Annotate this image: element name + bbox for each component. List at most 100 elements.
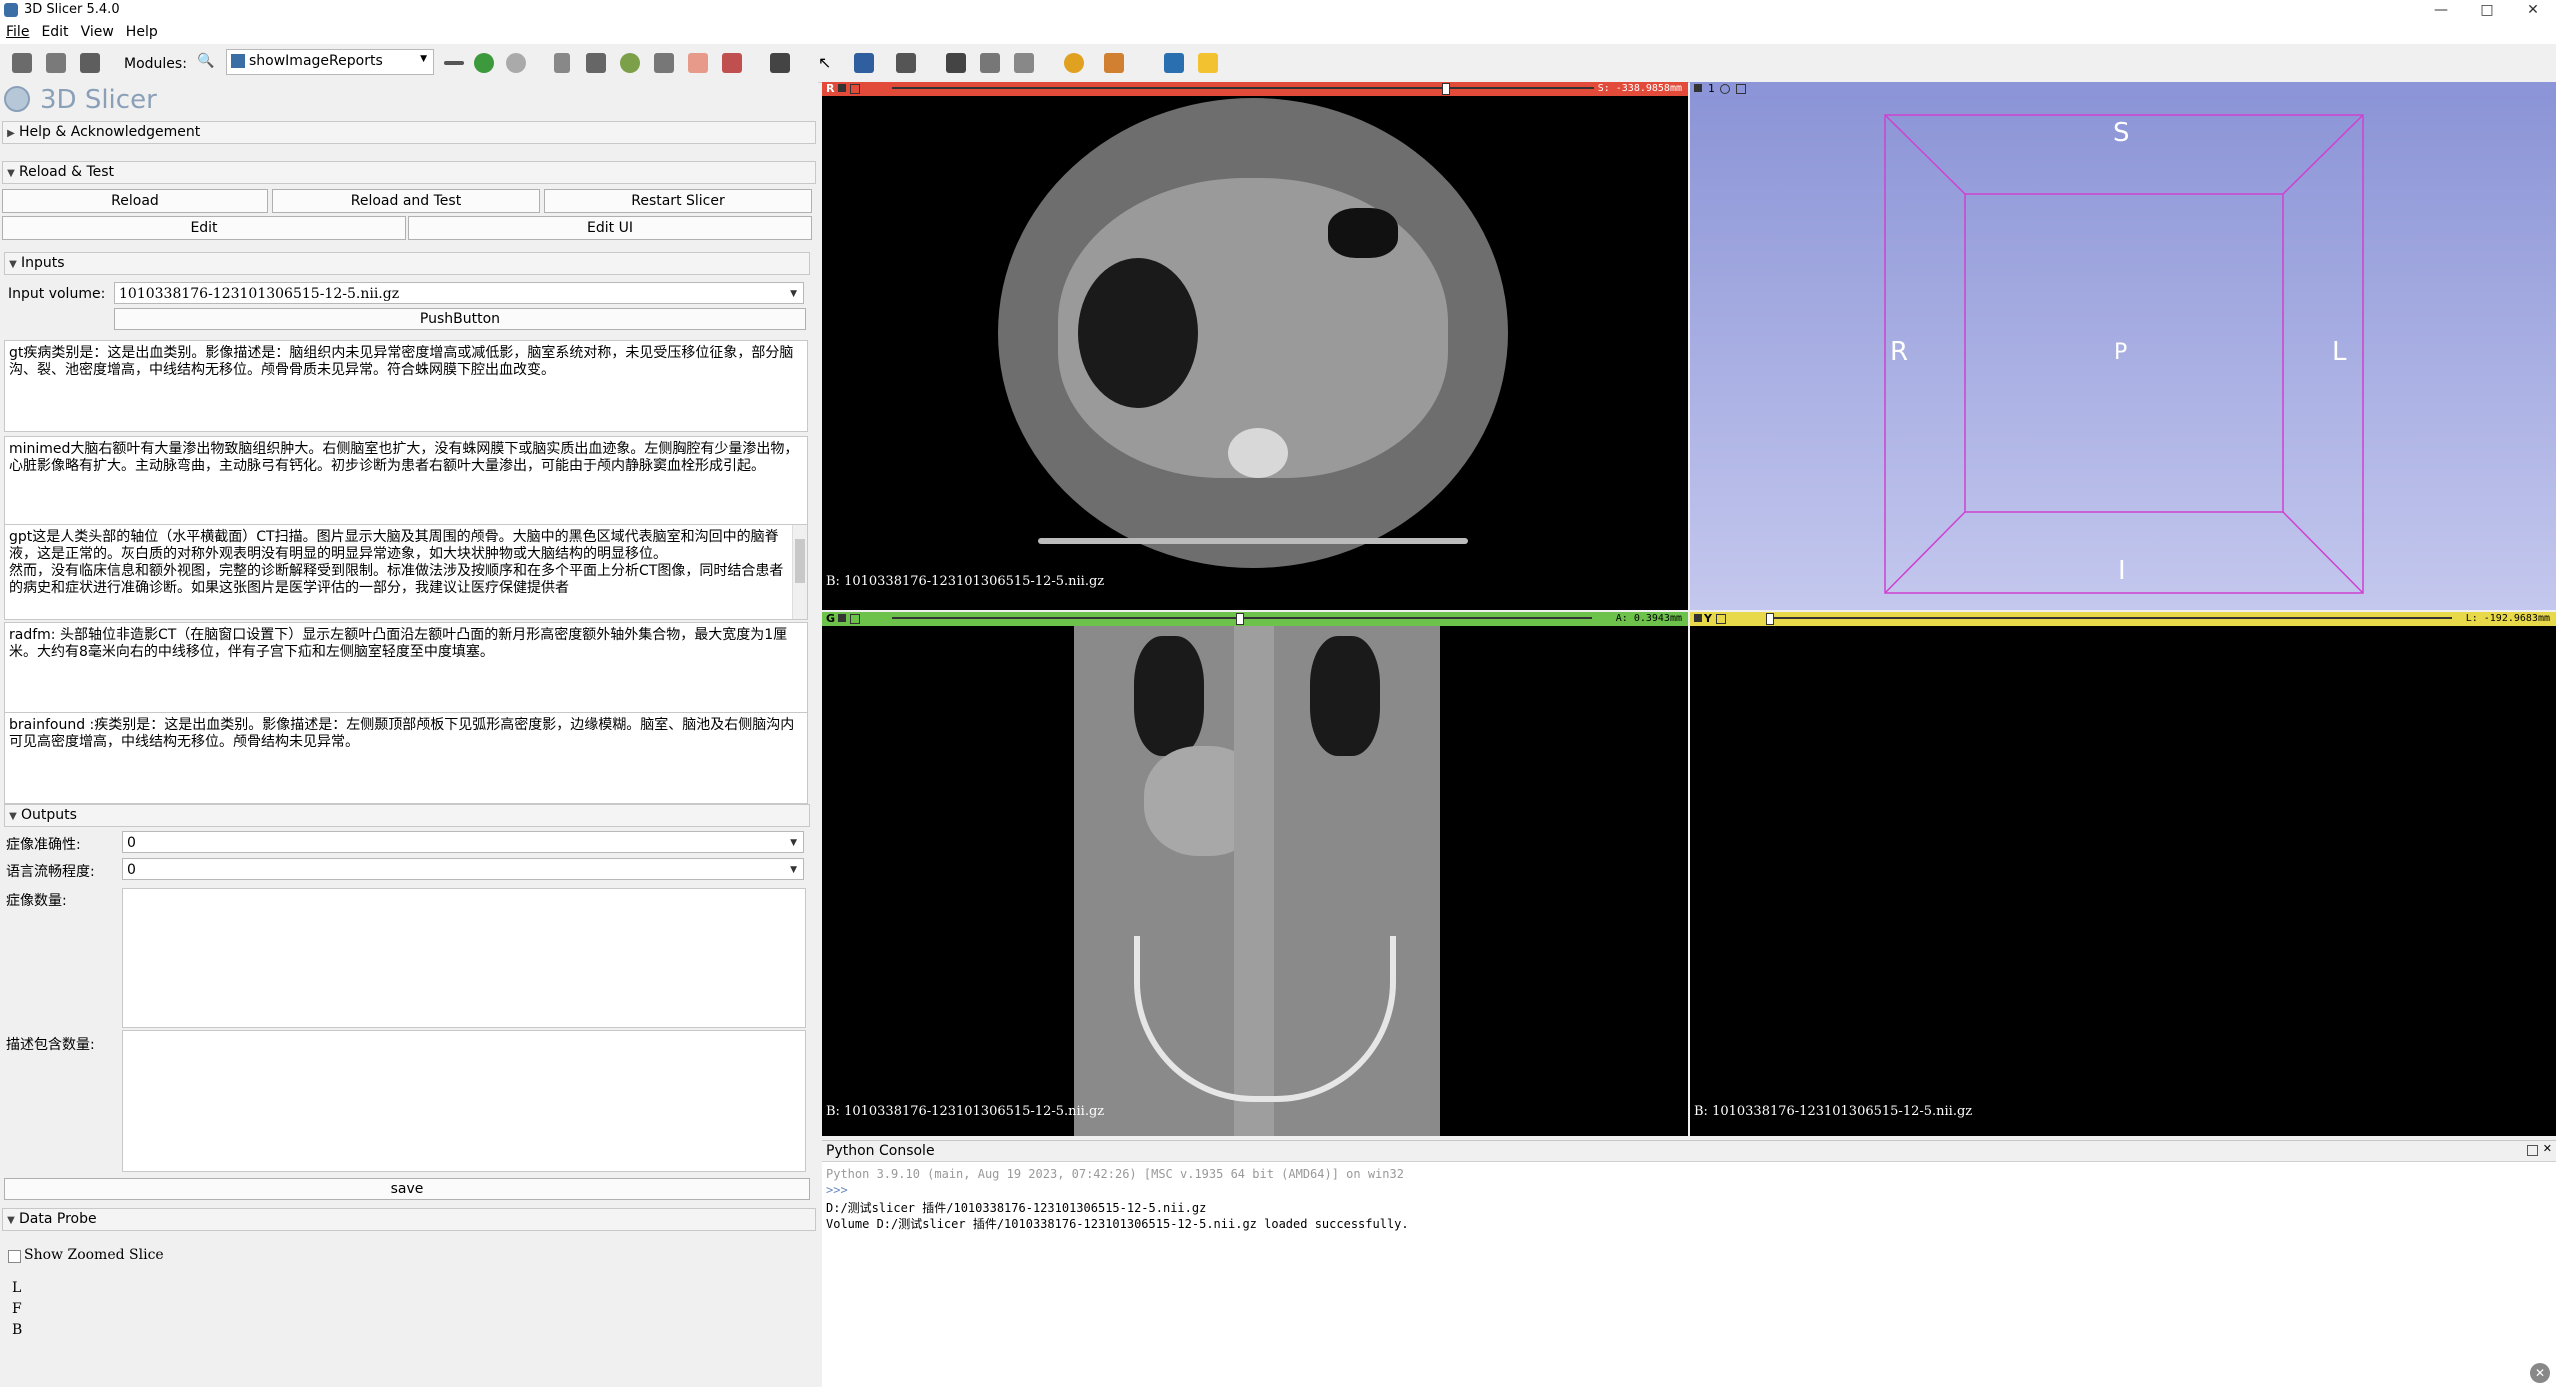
markup-tools-button[interactable] <box>1100 49 1128 77</box>
app-icon <box>4 3 18 17</box>
capture-icon <box>980 53 1000 73</box>
close-button[interactable]: ✕ <box>2510 0 2556 20</box>
count-label: 症像数量: <box>6 893 67 909</box>
maximize-button[interactable]: □ <box>2464 0 2510 20</box>
module-history-button[interactable] <box>440 49 468 77</box>
module-selector[interactable]: showImageReports ▼ <box>226 49 434 75</box>
desc-count-field[interactable] <box>122 1030 806 1172</box>
fluency-selector[interactable]: 0 ▼ <box>122 858 804 880</box>
transforms-module-button[interactable] <box>650 49 678 77</box>
count-field[interactable] <box>122 888 806 1028</box>
pin-icon[interactable] <box>1694 614 1702 622</box>
load-data-button[interactable] <box>8 49 36 77</box>
logo-text: 3D Slicer <box>40 85 157 115</box>
menu-help[interactable]: Help <box>120 22 164 42</box>
console-close-icon[interactable]: ✕ <box>2530 1363 2550 1383</box>
back-button[interactable] <box>470 49 498 77</box>
slice-slider-red[interactable] <box>892 87 1594 89</box>
minimize-button[interactable]: — <box>2418 0 2464 20</box>
link-icon[interactable] <box>850 614 860 624</box>
python-console-button[interactable] <box>1194 49 1222 77</box>
link-icon[interactable] <box>1716 614 1726 624</box>
section-inputs-label: Inputs <box>21 255 65 271</box>
slice-view-red[interactable]: R S: -338.9858mm B: 1010338176-123101306… <box>822 82 1688 610</box>
slice-view-green[interactable]: G A: 0.3943mm B: 1010338176-123101306515… <box>822 612 1688 1136</box>
menu-view[interactable]: View <box>75 22 120 42</box>
undock-icon[interactable] <box>2527 1145 2538 1156</box>
fiducial-icon <box>1064 53 1084 73</box>
slice-offset-red: S: -338.9858mm <box>1597 83 1682 94</box>
report-minimed[interactable]: minimed大脑右额叶有大量渗出物致脑组织肿大。右侧脑室也扩大，没有蛛网膜下或… <box>4 436 808 528</box>
pin-icon[interactable] <box>838 84 846 92</box>
capture-button[interactable] <box>976 49 1004 77</box>
place-fiducial-button[interactable] <box>1060 49 1088 77</box>
edit-ui-button[interactable]: Edit UI <box>408 216 812 240</box>
probe-f: F <box>12 1301 22 1317</box>
extension-wizard-button[interactable] <box>1160 49 1188 77</box>
chevron-down-icon: ▼ <box>420 54 427 64</box>
section-reload[interactable]: ▼ Reload & Test <box>2 161 816 184</box>
slice-slider-handle-red[interactable] <box>1442 83 1450 95</box>
accuracy-selector[interactable]: 0 ▼ <box>122 831 804 853</box>
segment-icon <box>722 53 742 73</box>
slice-letter-green: G <box>826 612 836 625</box>
python-console[interactable]: Python Console ✕ Python 3.9.10 (main, Au… <box>822 1140 2556 1387</box>
section-help-label: Help & Acknowledgement <box>19 124 201 140</box>
chevron-down-icon: ▼ <box>790 838 797 848</box>
threed-view[interactable]: 1 S R P L I <box>1690 82 2556 610</box>
save-data-button[interactable] <box>76 49 104 77</box>
section-data-probe[interactable]: ▼ Data Probe <box>2 1208 816 1231</box>
wizard-icon <box>1164 53 1184 73</box>
report-radfm[interactable]: radfm: 头部轴位非造影CT（在脑窗口设置下）显示左额叶凸面沿左额叶凸面的新… <box>4 622 808 714</box>
section-help[interactable]: ▶ Help & Acknowledgement <box>2 121 816 144</box>
python-console-title: Python Console <box>826 1143 935 1159</box>
push-button[interactable]: PushButton <box>114 308 806 330</box>
extensions-manager-button[interactable] <box>766 49 794 77</box>
module-search-button[interactable]: 🔍 <box>194 49 214 77</box>
crosshair-toggle-button[interactable] <box>892 49 920 77</box>
models-module-button[interactable] <box>616 49 644 77</box>
view-options-button[interactable] <box>1010 49 1038 77</box>
history-icon <box>444 61 464 65</box>
fluency-label: 语言流畅程度: <box>6 864 95 880</box>
slice-view-yellow[interactable]: Y L: -192.9683mm B: 1010338176-123101306… <box>1690 612 2556 1136</box>
chevron-down-icon: ▼ <box>9 811 17 822</box>
forward-button[interactable] <box>502 49 530 77</box>
volumes-module-button[interactable] <box>582 49 610 77</box>
section-reload-label: Reload & Test <box>19 164 115 180</box>
markups-module-button[interactable] <box>684 49 712 77</box>
reload-button[interactable]: Reload <box>2 189 268 213</box>
search-icon: 🔍 <box>197 53 215 69</box>
link-icon[interactable] <box>850 84 860 94</box>
data-module-button[interactable] <box>550 49 578 77</box>
section-inputs[interactable]: ▼ Inputs <box>4 252 810 275</box>
save-button[interactable]: save <box>4 1178 810 1200</box>
accuracy-value: 0 <box>127 835 136 851</box>
slice-slider-handle-green[interactable] <box>1236 613 1244 625</box>
close-icon[interactable]: ✕ <box>2543 1142 2552 1155</box>
input-volume-selector[interactable]: 1010338176-123101306515-12-5.nii.gz ▼ <box>114 282 804 304</box>
reload-test-button[interactable]: Reload and Test <box>272 189 540 213</box>
report-gt[interactable]: gt疾病类别是：这是出血类别。影像描述是：脑组织内未见异常密度增高或减低影，脑室… <box>4 340 808 432</box>
console-line-path: D:/测试slicer 插件/1010338176-123101306515-1… <box>826 1201 1207 1215</box>
select-mode-button[interactable]: ↖ <box>814 49 842 77</box>
chevron-down-icon: ▼ <box>7 1215 15 1226</box>
slice-slider-handle-yellow[interactable] <box>1766 613 1774 625</box>
pin-icon[interactable] <box>838 614 846 622</box>
edit-button[interactable]: Edit <box>2 216 406 240</box>
python-console-header: Python Console ✕ <box>822 1141 2556 1162</box>
segment-editor-button[interactable] <box>718 49 746 77</box>
menu-file[interactable]: File <box>0 22 35 42</box>
layout-button[interactable] <box>850 49 878 77</box>
screenshot-button[interactable] <box>942 49 970 77</box>
menu-edit[interactable]: Edit <box>35 22 74 42</box>
modules-label: Modules: <box>124 56 187 72</box>
report-brainfound[interactable]: brainfound :疾类别是：这是出血类别。影像描述是：左侧颞顶部颅板下见弧… <box>4 712 808 804</box>
slice-slider-yellow[interactable] <box>1766 617 2452 619</box>
restart-button[interactable]: Restart Slicer <box>544 189 812 213</box>
report-gpt[interactable]: gpt这是人类头部的轴位（水平横截面）CT扫描。图片显示大脑及其周围的颅骨。大脑… <box>4 524 808 620</box>
show-zoomed-checkbox[interactable] <box>8 1250 21 1263</box>
section-outputs[interactable]: ▼ Outputs <box>4 804 810 827</box>
dicom-button[interactable] <box>42 49 70 77</box>
report-gpt-scrollbar[interactable] <box>792 525 807 619</box>
